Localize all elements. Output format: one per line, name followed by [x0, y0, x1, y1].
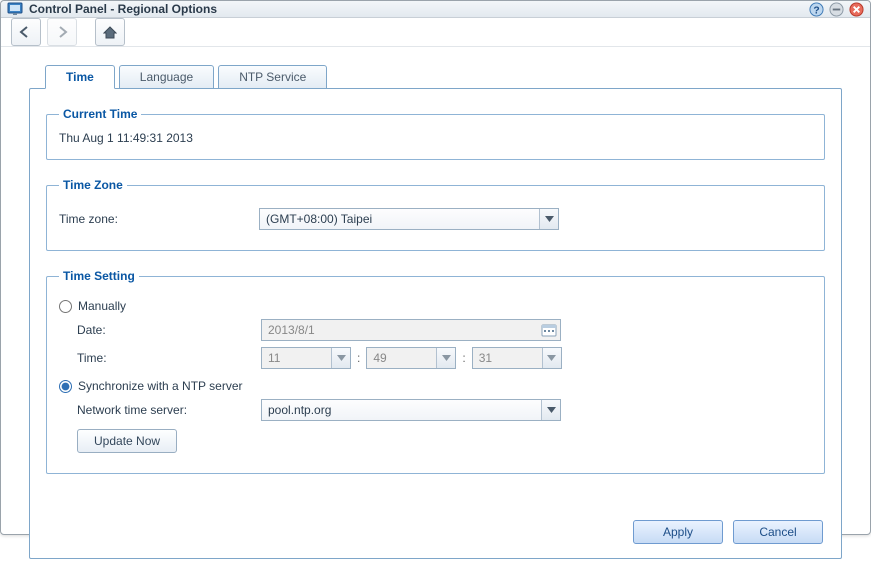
time-sep: : — [357, 351, 360, 365]
chevron-down-icon — [541, 400, 560, 420]
radio-manually[interactable] — [59, 300, 72, 313]
radio-manually-label: Manually — [78, 299, 126, 313]
footer-buttons: Apply Cancel — [46, 510, 825, 544]
ntp-server-combo[interactable]: pool.ntp.org — [261, 399, 561, 421]
content-area: Time Language NTP Service Current Time T… — [1, 47, 870, 571]
group-time-setting: Time Setting Manually Date: 2013/8/1 — [46, 269, 825, 474]
timezone-select[interactable]: (GMT+08:00) Taipei — [259, 208, 559, 230]
chevron-down-icon — [542, 348, 561, 368]
timezone-value: (GMT+08:00) Taipei — [266, 212, 372, 226]
window: Control Panel - Regional Options ? Time … — [0, 0, 871, 535]
help-icon[interactable]: ? — [808, 1, 824, 17]
time-hour-value: 11 — [268, 351, 280, 365]
date-value: 2013/8/1 — [268, 323, 315, 337]
svg-text:?: ? — [813, 5, 819, 16]
legend-time-zone: Time Zone — [59, 178, 127, 192]
cancel-label: Cancel — [759, 525, 796, 539]
chevron-down-icon — [331, 348, 350, 368]
chevron-down-icon — [436, 348, 455, 368]
tab-ntp-label: NTP Service — [239, 70, 306, 84]
current-time-value: Thu Aug 1 11:49:31 2013 — [59, 131, 812, 145]
nav-forward-button[interactable] — [47, 18, 77, 46]
date-field[interactable]: 2013/8/1 — [261, 319, 561, 341]
calendar-icon — [541, 322, 557, 338]
time-selects: 11 : 49 : 31 — [261, 347, 562, 369]
tab-language[interactable]: Language — [119, 65, 214, 89]
update-now-button[interactable]: Update Now — [77, 429, 177, 453]
titlebar: Control Panel - Regional Options ? — [1, 1, 870, 18]
date-label: Date: — [77, 323, 261, 337]
time-label: Time: — [77, 351, 261, 365]
cancel-button[interactable]: Cancel — [733, 520, 823, 544]
group-time-zone: Time Zone Time zone: (GMT+08:00) Taipei — [46, 178, 825, 251]
tab-time-label: Time — [66, 70, 94, 84]
time-second-select[interactable]: 31 — [472, 347, 562, 369]
time-minute-select[interactable]: 49 — [366, 347, 456, 369]
radio-ntp-label: Synchronize with a NTP server — [78, 379, 243, 393]
apply-label: Apply — [663, 525, 693, 539]
apply-button[interactable]: Apply — [633, 520, 723, 544]
nav-home-button[interactable] — [95, 18, 125, 46]
tab-ntp-service[interactable]: NTP Service — [218, 65, 327, 89]
nav-back-button[interactable] — [11, 18, 41, 46]
legend-time-setting: Time Setting — [59, 269, 139, 283]
ntp-server-value: pool.ntp.org — [268, 403, 331, 417]
tab-panel-time: Current Time Thu Aug 1 11:49:31 2013 Tim… — [29, 88, 842, 559]
window-title: Control Panel - Regional Options — [29, 2, 217, 16]
tab-bar: Time Language NTP Service — [45, 65, 842, 89]
update-now-label: Update Now — [94, 434, 160, 448]
time-minute-value: 49 — [373, 351, 386, 365]
legend-current-time: Current Time — [59, 107, 141, 121]
tab-time[interactable]: Time — [45, 65, 115, 89]
group-current-time: Current Time Thu Aug 1 11:49:31 2013 — [46, 107, 825, 160]
time-second-value: 31 — [479, 351, 492, 365]
chevron-down-icon — [539, 209, 558, 229]
close-icon[interactable] — [848, 1, 864, 17]
nav-toolbar — [1, 18, 870, 47]
ntp-server-label: Network time server: — [77, 403, 261, 417]
time-hour-select[interactable]: 11 — [261, 347, 351, 369]
timezone-label: Time zone: — [59, 212, 259, 226]
radio-ntp[interactable] — [59, 380, 72, 393]
time-sep: : — [462, 351, 465, 365]
minimize-icon[interactable] — [828, 1, 844, 17]
tab-language-label: Language — [140, 70, 193, 84]
control-panel-icon — [7, 1, 23, 17]
